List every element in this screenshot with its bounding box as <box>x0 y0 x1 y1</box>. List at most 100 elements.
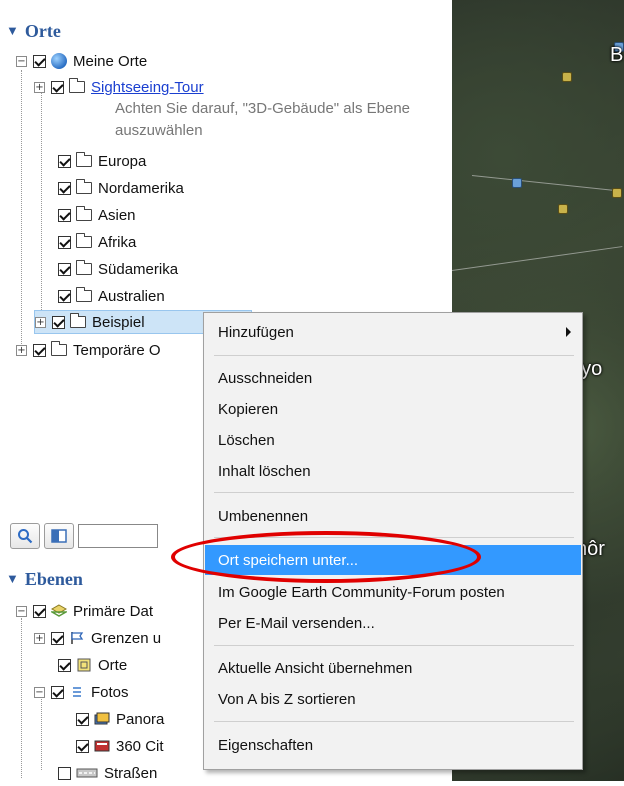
photos-layer-icon <box>73 687 81 697</box>
menu-separator <box>214 721 574 722</box>
tree-item-label: Nordamerika <box>98 179 184 197</box>
expand-toggle-icon[interactable]: + <box>34 632 45 644</box>
checkbox[interactable] <box>33 343 46 357</box>
checkbox[interactable] <box>76 712 89 726</box>
folder-icon <box>75 179 92 194</box>
layer-item-photos[interactable]: − Fotos <box>34 679 129 705</box>
menu-item-delete-contents[interactable]: Inhalt löschen <box>205 456 581 486</box>
tree-item-folder[interactable]: Südamerika <box>58 256 178 282</box>
menu-separator <box>214 645 574 646</box>
map-placemark-icon[interactable] <box>612 188 622 198</box>
tree-item-label: Australien <box>98 287 165 305</box>
tree-item-folder[interactable]: Australien <box>58 283 165 309</box>
menu-item-rename[interactable]: Umbenennen <box>205 501 581 531</box>
expand-toggle-icon[interactable]: + <box>16 344 27 356</box>
checkbox[interactable] <box>51 631 64 645</box>
checkbox[interactable] <box>76 739 89 753</box>
map-city-label: B <box>610 44 624 66</box>
menu-separator <box>214 492 574 493</box>
checkbox[interactable] <box>58 658 71 672</box>
collapse-triangle-icon[interactable]: ▼ <box>6 23 19 39</box>
places-section-header[interactable]: ▼ Orte <box>6 18 446 44</box>
collapse-toggle-icon[interactable]: − <box>34 686 45 698</box>
menu-item-sort-a-z[interactable]: Von A bis Z sortieren <box>205 684 581 714</box>
folder-icon <box>75 287 92 302</box>
checkbox[interactable] <box>58 766 71 780</box>
expand-toggle-icon[interactable]: + <box>35 316 46 328</box>
layer-item-places[interactable]: Orte <box>58 652 127 678</box>
tree-item-meine-orte[interactable]: − Meine Orte <box>16 48 147 74</box>
map-border-line <box>471 175 622 192</box>
map-border-line <box>451 246 623 271</box>
checkbox[interactable] <box>58 262 71 276</box>
tree-item-label: Beispiel <box>92 313 145 331</box>
tree-item-label: Asien <box>98 206 136 224</box>
layer-item-borders[interactable]: + Grenzen u <box>34 625 161 651</box>
tree-item-folder[interactable]: Afrika <box>58 229 136 255</box>
folder-icon <box>75 206 92 221</box>
menu-item-delete[interactable]: Löschen <box>205 425 581 455</box>
tour-description: auszuwählen <box>115 122 203 139</box>
checkbox[interactable] <box>58 181 71 195</box>
menu-item-label: Kopieren <box>218 400 279 418</box>
collapse-toggle-icon[interactable]: − <box>16 55 27 67</box>
menu-item-label: Löschen <box>218 431 275 449</box>
globe-icon <box>51 53 67 69</box>
tree-item-label: Europa <box>98 152 147 170</box>
checkbox[interactable] <box>58 235 71 249</box>
menu-item-label: Ort speichern unter... <box>218 551 359 569</box>
tree-guide-line <box>21 70 22 350</box>
tree-item-label: Temporäre O <box>73 341 161 359</box>
places-header-label: Orte <box>24 20 61 41</box>
folder-icon <box>75 260 92 275</box>
checkbox[interactable] <box>33 54 46 68</box>
panel-toggle-button[interactable] <box>44 523 74 549</box>
checkbox[interactable] <box>58 289 71 303</box>
map-placemark-icon[interactable] <box>512 178 522 188</box>
menu-item-snapshot-view[interactable]: Aktuelle Ansicht übernehmen <box>205 653 581 683</box>
border-flag-icon <box>71 632 84 644</box>
menu-item-properties[interactable]: Eigenschaften <box>205 730 581 760</box>
folder-icon <box>69 313 86 328</box>
collapse-toggle-icon[interactable]: − <box>16 605 27 617</box>
expand-toggle-icon[interactable]: + <box>34 81 45 93</box>
tree-item-sightseeing-tour[interactable]: + Sightseeing-Tour <box>34 74 204 100</box>
collapse-triangle-icon[interactable]: ▼ <box>6 571 19 587</box>
layer-item-label: Straßen <box>104 764 158 782</box>
menu-item-post-forum[interactable]: Im Google Earth Community-Forum posten <box>205 577 581 607</box>
menu-item-cut[interactable]: Ausschneiden <box>205 363 581 393</box>
menu-item-label: Umbenennen <box>218 507 309 525</box>
menu-item-label: Ausschneiden <box>218 369 313 387</box>
tree-item-label: Südamerika <box>98 260 179 278</box>
checkbox[interactable] <box>51 685 64 699</box>
layer-item-panoramio[interactable]: Panora <box>76 706 164 732</box>
layers-header-label: Ebenen <box>24 568 83 589</box>
checkbox[interactable] <box>33 604 46 618</box>
tree-item-temporary-places[interactable]: + Temporäre O <box>16 337 161 363</box>
menu-item-save-place-as[interactable]: Ort speichern unter... <box>205 545 581 575</box>
menu-item-label: Eigenschaften <box>218 736 314 754</box>
tree-item-folder[interactable]: Nordamerika <box>58 175 184 201</box>
layer-item-primary-database[interactable]: − Primäre Dat <box>16 598 153 624</box>
search-input[interactable] <box>78 524 158 548</box>
map-placemark-icon[interactable] <box>558 204 568 214</box>
tree-item-folder[interactable]: Asien <box>58 202 136 228</box>
panel-icon <box>51 529 67 543</box>
layer-item-360-cities[interactable]: 360 Cit <box>76 733 164 759</box>
checkbox[interactable] <box>51 80 64 94</box>
menu-item-add[interactable]: Hinzufügen <box>205 317 581 347</box>
tour-link[interactable]: Sightseeing-Tour <box>91 79 204 96</box>
menu-item-copy[interactable]: Kopieren <box>205 394 581 424</box>
panoramio-icon <box>94 712 110 725</box>
layer-item-roads[interactable]: Straßen <box>58 760 157 786</box>
menu-item-email[interactable]: Per E-Mail versenden... <box>205 608 581 638</box>
layer-item-label: Orte <box>98 656 128 674</box>
menu-item-label: Aktuelle Ansicht übernehmen <box>218 659 413 677</box>
checkbox[interactable] <box>58 154 71 168</box>
search-button[interactable] <box>10 523 40 549</box>
checkbox[interactable] <box>58 208 71 222</box>
checkbox[interactable] <box>52 315 65 329</box>
menu-separator <box>214 355 574 356</box>
tree-item-folder[interactable]: Europa <box>58 148 146 174</box>
map-placemark-icon[interactable] <box>562 72 572 82</box>
